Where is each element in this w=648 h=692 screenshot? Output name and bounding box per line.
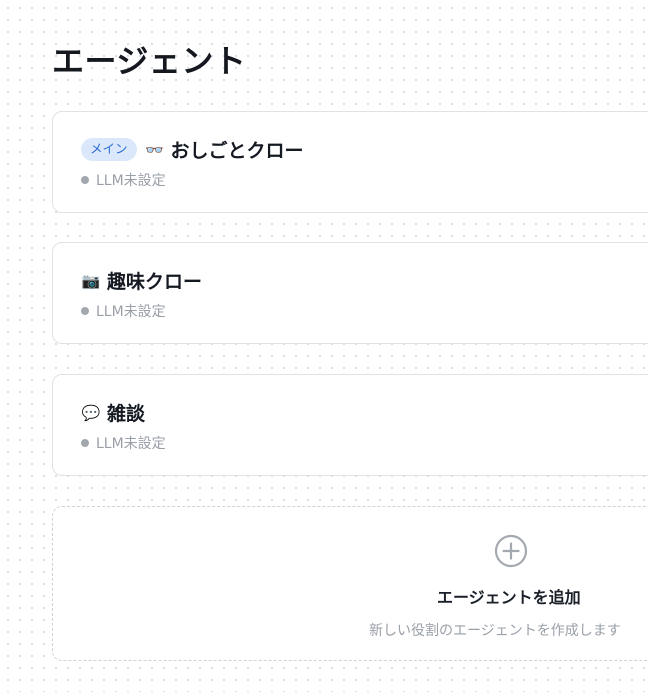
status-dot-icon — [81, 439, 89, 447]
glasses-icon: 👓 — [145, 140, 164, 159]
agent-status-text: LLM未設定 — [96, 173, 166, 189]
agent-name: おしごとクロー — [170, 140, 304, 162]
page-title: エージェント — [52, 42, 247, 80]
agent-card-header: メイン 👓 おしごとクロー — [81, 136, 304, 163]
agent-status-text: LLM未設定 — [96, 304, 166, 320]
agent-card-hobby-claw[interactable]: 📷 趣味クロー LLM未設定 — [52, 242, 648, 344]
agent-status: LLM未設定 — [81, 433, 166, 453]
status-dot-icon — [81, 176, 89, 184]
agent-status: LLM未設定 — [81, 301, 166, 321]
agent-name: 趣味クロー — [107, 271, 203, 293]
agent-status: LLM未設定 — [81, 170, 166, 190]
agent-card-chat[interactable]: 💬 雑談 LLM未設定 — [52, 374, 648, 476]
add-agent-button[interactable]: エージェントを追加 新しい役割のエージェントを作成します — [52, 506, 648, 661]
camera-icon: 📷 — [81, 271, 101, 290]
agent-card-header: 📷 趣味クロー — [81, 267, 202, 294]
agent-name: 雑談 — [107, 403, 146, 425]
agent-card-header: 💬 雑談 — [81, 399, 145, 426]
main-badge: メイン — [81, 138, 137, 161]
plus-circle-icon — [494, 534, 528, 568]
add-agent-description: 新しい役割のエージェントを作成します — [369, 623, 621, 639]
agent-card-oshigoto-claw[interactable]: メイン 👓 おしごとクロー LLM未設定 — [52, 111, 648, 213]
speech-bubble-icon: 💬 — [81, 403, 101, 422]
add-agent-label: エージェントを追加 — [437, 588, 581, 607]
status-dot-icon — [81, 307, 89, 315]
agent-status-text: LLM未設定 — [96, 436, 166, 452]
